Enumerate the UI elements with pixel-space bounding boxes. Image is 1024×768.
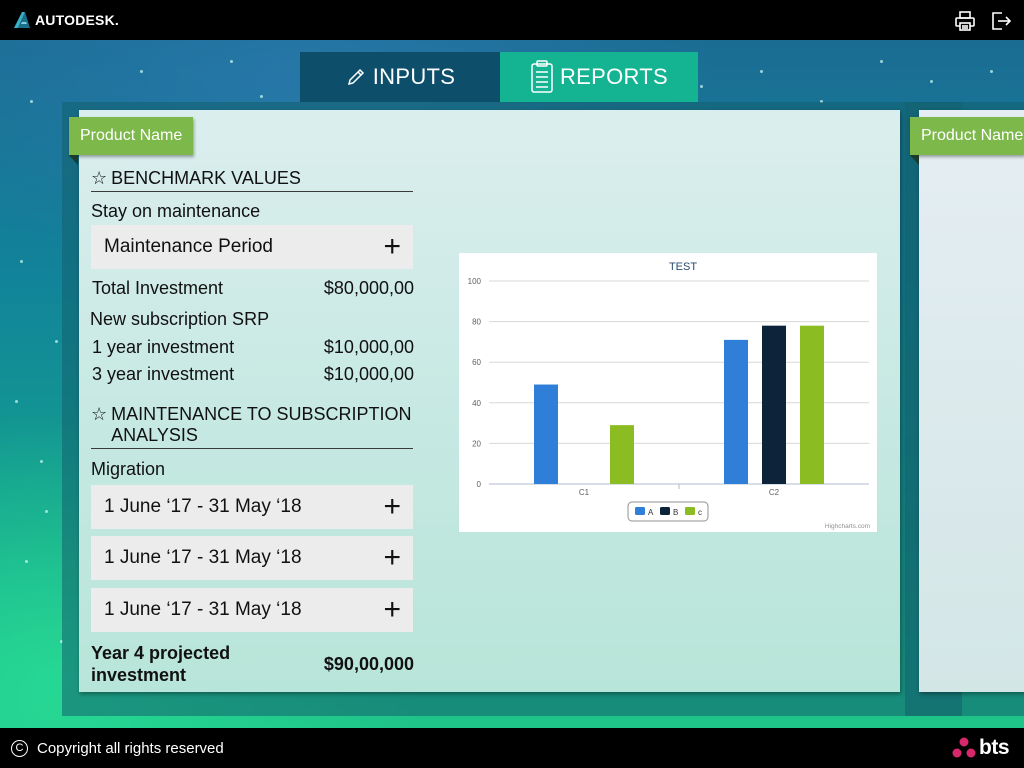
total-investment-value: $80,000,00 (323, 278, 414, 298)
star-icon: ☆ (91, 404, 108, 424)
investment-value: $10,000,00 (323, 364, 414, 384)
chart-bar (724, 339, 748, 484)
plus-icon[interactable]: + (383, 492, 401, 522)
period-accordion[interactable]: 1 June ‘17 - 31 May ‘18 + (91, 536, 413, 580)
copyright-text: Copyright all rights reserved (37, 739, 224, 757)
y-tick-label: 40 (472, 399, 481, 408)
analysis-title-line2: ANALYSIS (111, 425, 198, 445)
chart-canvas: TEST 0 20 40 60 80 100 C1 C2 A Bc Highcharts.com (468, 261, 870, 530)
chart-bar (610, 425, 634, 484)
ribbon-fold-secondary (910, 155, 919, 165)
background-speckle (40, 460, 43, 463)
investment-label: 3 year investment (92, 364, 235, 384)
ribbon-fold (69, 155, 78, 165)
background-speckle (45, 510, 48, 513)
background-speckle (15, 400, 18, 403)
period-label: 1 June ‘17 - 31 May ‘18 (104, 547, 302, 568)
period-label: 1 June ‘17 - 31 May ‘18 (104, 599, 302, 620)
one-year-investment-row: 1 year investment $10,000,00 (92, 337, 414, 358)
investment-label: 1 year investment (92, 337, 235, 357)
tab-inputs[interactable]: INPUTS (300, 52, 500, 102)
year4-projected-row: Year 4 projected investment $90,00,000 (91, 642, 414, 686)
chart-bar (534, 384, 558, 484)
background-speckle (990, 70, 993, 73)
legend-label: B (673, 508, 678, 517)
legend-label: A (648, 508, 654, 517)
migration-label: Migration (91, 459, 166, 479)
background-speckle (260, 95, 263, 98)
y-tick-label: 60 (472, 358, 481, 367)
year4-label-line1: Year 4 projected (91, 643, 231, 663)
year4-label-line2: investment (91, 665, 187, 685)
bts-brand: bts (979, 736, 1010, 759)
autodesk-logo-icon (14, 12, 30, 28)
y-tick-label: 20 (472, 439, 481, 448)
plus-icon[interactable]: + (383, 595, 401, 625)
period-accordion[interactable]: 1 June ‘17 - 31 May ‘18 + (91, 485, 413, 529)
background-speckle (760, 70, 763, 73)
background-speckle (140, 70, 143, 73)
total-investment-row: Total Investment $80,000,00 (92, 278, 414, 299)
product-name-ribbon: Product Name (69, 117, 194, 155)
maintenance-period-label: Maintenance Period (104, 236, 273, 257)
pencil-icon (347, 68, 364, 86)
top-bar: AUTODESK. (0, 0, 1024, 40)
product-name-label: Product Name (80, 127, 183, 144)
new-subscription-label: New subscription SRP (90, 309, 270, 329)
chart-title: TEST (669, 261, 697, 273)
period-accordion[interactable]: 1 June ‘17 - 31 May ‘18 + (91, 588, 413, 632)
brand-name: AUTODESK. (35, 12, 119, 28)
background-speckle (700, 85, 703, 88)
maintenance-period-accordion[interactable]: Maintenance Period + (91, 225, 413, 269)
background-speckle (20, 260, 23, 263)
background-speckle (230, 60, 233, 63)
year4-value: $90,00,000 (323, 653, 414, 674)
bar-chart: TEST 0 20 40 60 80 100 C1 C2 A Bc Highcharts.com (459, 253, 877, 532)
background-speckle (55, 340, 58, 343)
x-tick-label: C2 (769, 488, 780, 497)
x-tick-label: C1 (579, 488, 590, 497)
copyright-icon: C (11, 739, 28, 757)
print-icon[interactable] (954, 10, 976, 32)
main-tabs: INPUTS REPORTS (300, 52, 698, 102)
bts-logo: bts (952, 736, 1010, 760)
product-name-ribbon-secondary: Product Name (910, 117, 1024, 155)
benchmark-header: ☆ BENCHMARK VALUES (91, 168, 413, 192)
y-tick-label: 100 (468, 277, 482, 286)
background-speckle (30, 100, 33, 103)
legend-swatch (635, 507, 645, 515)
y-tick-label: 80 (472, 318, 481, 327)
chart-credit: Highcharts.com (825, 523, 870, 530)
legend-swatch (685, 507, 695, 515)
legend-swatch (660, 507, 670, 515)
benchmark-title: BENCHMARK VALUES (111, 168, 301, 188)
background-speckle (880, 60, 883, 63)
tab-reports-label: REPORTS (559, 64, 669, 89)
investment-value: $10,000,00 (323, 337, 414, 357)
stay-on-maintenance-label: Stay on maintenance (91, 201, 261, 221)
clipboard-icon (531, 60, 553, 93)
background-speckle (930, 80, 933, 83)
star-icon: ☆ (91, 168, 108, 188)
bts-dots-icon (952, 737, 976, 758)
autodesk-logo: AUTODESK. (13, 11, 119, 29)
y-tick-label: 0 (477, 480, 482, 489)
background-speckle (25, 560, 28, 563)
product-name-label-secondary: Product Name (921, 127, 1024, 144)
chart-bar (800, 325, 824, 484)
footer: C Copyright all rights reserved bts (0, 728, 1024, 768)
plus-icon[interactable]: + (383, 543, 401, 573)
analysis-title-line1: MAINTENANCE TO SUBSCRIPTION (111, 404, 412, 424)
logout-icon[interactable] (990, 10, 1012, 32)
plus-icon[interactable]: + (383, 232, 401, 262)
tab-inputs-label: INPUTS (372, 64, 456, 89)
total-investment-label: Total Investment (92, 278, 224, 298)
tab-reports[interactable]: REPORTS (500, 52, 698, 102)
legend-label: c (698, 508, 702, 517)
three-year-investment-row: 3 year investment $10,000,00 (92, 364, 414, 385)
analysis-header: ☆ MAINTENANCE TO SUBSCRIPTION ANALYSIS (91, 404, 413, 449)
chart-bar (762, 325, 786, 484)
period-label: 1 June ‘17 - 31 May ‘18 (104, 496, 302, 517)
product-card-secondary (919, 110, 1024, 692)
